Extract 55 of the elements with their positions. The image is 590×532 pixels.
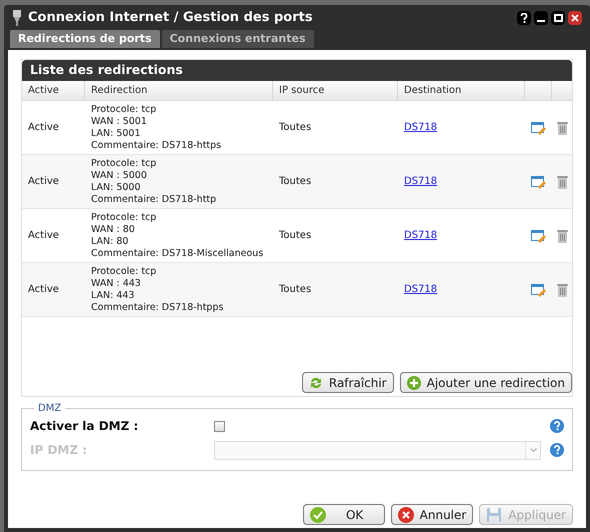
field-label: IP DMZ : [30, 442, 88, 459]
edit-icon [531, 174, 546, 188]
close-button[interactable] [568, 10, 582, 24]
tab[interactable]: Connexions entrantes [162, 30, 314, 48]
table-cell-text: Active [27, 229, 60, 243]
plus-icon [406, 376, 421, 390]
window-title: Connexion Internet / Gestion des ports [28, 8, 314, 27]
checkbox[interactable] [214, 420, 225, 432]
trash-icon [556, 228, 568, 242]
edit-icon [531, 228, 546, 242]
table-cell-text: Toutes [278, 121, 312, 135]
field-label: Activer la DMZ : [30, 418, 140, 435]
group-legend: DMZ [34, 401, 66, 416]
table-cell-text: Protocole: tcp WAN : 80 LAN: 80 Commentaire: DS718-Miscellaneous [90, 212, 264, 260]
refresh-button[interactable]: Rafraîchir [302, 372, 394, 393]
destination-link[interactable]: DS718 [404, 230, 438, 241]
column-header: IP source [273, 81, 398, 100]
chevron-down-icon [530, 448, 536, 452]
ok-button[interactable]: OK [302, 504, 385, 525]
table-cell-text: Protocole: tcp WAN : 5000 LAN: 5000 Commentaire: DS718-http [90, 158, 218, 206]
help-button[interactable] [517, 10, 531, 24]
tab[interactable]: Redirections de ports [10, 30, 160, 48]
destination-link[interactable]: DS718 [404, 284, 438, 295]
table-cell-text: Active [27, 121, 60, 135]
trash-icon [556, 282, 568, 296]
column-header: Destination [398, 81, 525, 100]
help-icon[interactable] [550, 443, 564, 457]
panel-title: Liste des redirections [22, 60, 572, 81]
destination-link[interactable]: DS718 [404, 176, 438, 187]
cancel-button[interactable]: Annuler [390, 504, 474, 525]
trash-icon [556, 174, 568, 188]
plug-icon [12, 10, 22, 26]
table-cell-text: Toutes [278, 175, 312, 189]
column-header: Redirection [85, 81, 273, 100]
table-cell-text: Toutes [278, 283, 312, 297]
refresh-icon [308, 376, 323, 390]
help-icon [520, 12, 528, 22]
table-cell-text: Protocole: tcp WAN : 443 LAN: 443 Commentaire: DS718-htpps [90, 266, 224, 314]
column-header: Active [22, 81, 85, 100]
table-cell-text: Toutes [278, 229, 312, 243]
floppy-icon [486, 506, 502, 522]
minimize-button[interactable] [534, 10, 548, 24]
add-button[interactable]: Ajouter une redirection [400, 372, 572, 393]
table-cell-text: Protocole: tcp WAN : 5001 LAN: 5001 Commentaire: DS718-https [90, 104, 222, 152]
table-cell-text: Active [27, 175, 60, 189]
check-icon [310, 506, 326, 522]
trash-icon [556, 120, 568, 134]
destination-link[interactable]: DS718 [404, 122, 438, 133]
maximize-button[interactable] [551, 10, 565, 24]
edit-icon [531, 282, 546, 296]
edit-icon [531, 120, 546, 134]
help-icon[interactable] [550, 419, 564, 433]
close-icon [571, 14, 579, 22]
close-icon [398, 506, 414, 522]
table-cell-text: Active [27, 283, 60, 297]
